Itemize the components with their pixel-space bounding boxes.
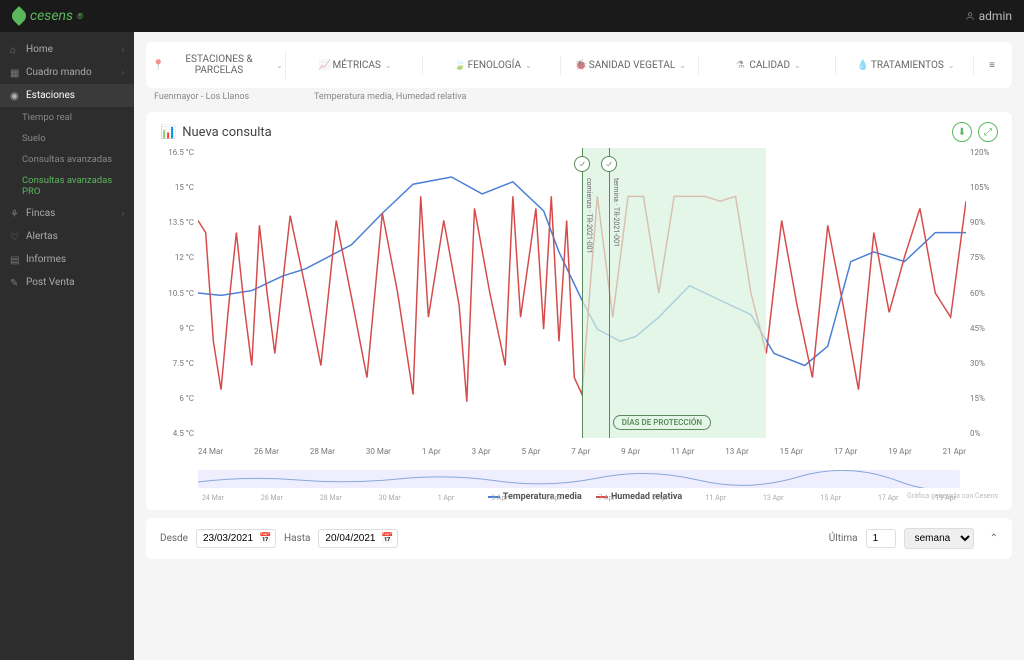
sidebar-item-estaciones[interactable]: ◉ Estaciones <box>0 84 134 107</box>
x-axis: 24 Mar26 Mar28 Mar30 Mar1 Apr3 Apr5 Apr7… <box>198 447 966 456</box>
alert-icon: ♡ <box>10 232 20 242</box>
sidebar: ⌂ Home › ▦ Cuadro mando › ◉ Estaciones Tiempo… <box>0 32 134 660</box>
tab-label: ESTACIONES & PARCELAS <box>166 54 272 76</box>
sidebar-sub-tiempo-real[interactable]: Tiempo real <box>0 107 134 128</box>
y-axis-left: 16.5 °C15 °C13.5 °C12 °C10.5 °C9 °C7.5 °… <box>160 148 194 438</box>
sidebar-item-home[interactable]: ⌂ Home › <box>0 38 134 61</box>
pin-icon: 📍 <box>152 60 162 70</box>
sidebar-item-fincas[interactable]: ⚘ Fincas › <box>0 202 134 225</box>
user-icon <box>965 11 975 21</box>
calendar-icon: 📅 <box>259 533 271 544</box>
sidebar-item-informes[interactable]: ▤ Informes <box>0 248 134 271</box>
date-from-input[interactable]: 📅 <box>196 529 276 548</box>
leaf-icon <box>9 6 29 26</box>
card-title: 📊 Nueva consulta <box>160 125 272 140</box>
dashboard-icon: ▦ <box>10 68 20 78</box>
chevron-down-icon: ⌄ <box>794 61 801 70</box>
tab-sanidad[interactable]: 🐞 SANIDAD VEGETAL ⌄ <box>563 56 699 75</box>
chevron-down-icon: ⌄ <box>679 61 686 70</box>
chevron-down-icon: ⌄ <box>385 61 392 70</box>
tab-label: CALIDAD <box>749 60 790 71</box>
expand-icon: ⤢ <box>984 127 992 138</box>
farm-icon: ⚘ <box>10 209 20 219</box>
mini-svg <box>198 470 960 488</box>
sidebar-item-label: Post Venta <box>26 277 75 288</box>
chevron-down-icon: ⌄ <box>276 61 283 70</box>
download-icon: ⬇ <box>958 127 966 138</box>
tab-label: MÉTRICAS <box>332 60 380 71</box>
chart-icon: 📈 <box>318 60 328 70</box>
collapse-button[interactable]: ⌃ <box>990 533 998 544</box>
tab-menu[interactable]: ≡ <box>976 56 1008 75</box>
tab-estaciones-parcelas[interactable]: 📍 ESTACIONES & PARCELAS ⌄ <box>150 50 286 80</box>
report-icon: ▤ <box>10 255 20 265</box>
chart-bars-icon: 📊 <box>160 125 176 140</box>
tabs-bar: 📍 ESTACIONES & PARCELAS ⌄ 📈 MÉTRICAS ⌄ 🍃 FENO… <box>146 42 1012 88</box>
tab-label: TRATAMIENTOS <box>871 60 944 71</box>
station-name: Fuenmayor - Los Llanos <box>154 92 314 102</box>
home-icon: ⌂ <box>10 45 20 55</box>
brand-text: cesens <box>30 8 73 24</box>
sidebar-item-label: Home <box>26 44 53 55</box>
sidebar-item-postventa[interactable]: ✎ Post Venta <box>0 271 134 294</box>
flask-icon: ⚗ <box>735 60 745 70</box>
marker-label: comienzo · TR-2021-001 <box>585 178 593 254</box>
chevron-right-icon: › <box>122 45 124 54</box>
treatment-marker[interactable] <box>574 156 590 172</box>
treatment-marker[interactable] <box>601 156 617 172</box>
mini-timeline[interactable]: 24 Mar26 Mar28 Mar30 Mar1 Apr3 Apr5 Apr7… <box>198 470 960 488</box>
tab-fenologia[interactable]: 🍃 FENOLOGÍA ⌄ <box>425 56 561 75</box>
y-axis-right: 120%105%90%75%60%45%30%15%0% <box>970 148 998 438</box>
plot-area[interactable]: comienzo · TR-2021-001 termina · TR-2021-… <box>198 148 966 438</box>
chart-card: 📊 Nueva consulta ⬇ ⤢ 16.5 °C15 °C13.5 °C… <box>146 112 1012 510</box>
date-footer: Desde 📅 Hasta 📅 Última semana ⌃ <box>146 518 1012 559</box>
tab-metricas[interactable]: 📈 MÉTRICAS ⌄ <box>288 56 424 75</box>
chevron-right-icon: › <box>122 68 124 77</box>
date-to-field[interactable] <box>325 533 377 544</box>
chevron-down-icon: ⌄ <box>948 61 955 70</box>
support-icon: ✎ <box>10 278 20 288</box>
user-name: admin <box>979 9 1012 23</box>
sidebar-item-label: Alertas <box>26 231 58 242</box>
sidebar-item-cuadro[interactable]: ▦ Cuadro mando › <box>0 61 134 84</box>
sidebar-item-label: Fincas <box>26 208 55 219</box>
user-menu[interactable]: admin <box>965 9 1012 23</box>
leaf-icon: 🍃 <box>454 60 464 70</box>
hasta-label: Hasta <box>284 533 310 544</box>
expand-button[interactable]: ⤢ <box>978 122 998 142</box>
stations-icon: ◉ <box>10 91 20 101</box>
tab-label: FENOLOGÍA <box>468 60 521 71</box>
chevron-down-icon: ⌄ <box>525 61 532 70</box>
last-n-input[interactable] <box>866 529 896 548</box>
protection-badge: DÍAS DE PROTECCIÓN <box>613 415 711 430</box>
card-title-text: Nueva consulta <box>182 125 272 140</box>
tab-label: SANIDAD VEGETAL <box>589 60 675 71</box>
tab-calidad[interactable]: ⚗ CALIDAD ⌄ <box>701 56 837 75</box>
ultima-label: Última <box>829 533 858 544</box>
bug-icon: 🐞 <box>575 60 585 70</box>
chart-area: 16.5 °C15 °C13.5 °C12 °C10.5 °C9 °C7.5 °… <box>160 148 998 468</box>
marker-label: termina · TR-2021-001 <box>612 178 620 247</box>
download-button[interactable]: ⬇ <box>952 122 972 142</box>
menu-icon: ≡ <box>989 60 995 71</box>
sidebar-item-label: Informes <box>26 254 66 265</box>
sidebar-item-alertas[interactable]: ♡ Alertas <box>0 225 134 248</box>
date-to-input[interactable]: 📅 <box>318 529 398 548</box>
sidebar-sub-suelo[interactable]: Suelo <box>0 128 134 149</box>
mini-x-labels: 24 Mar26 Mar28 Mar30 Mar1 Apr3 Apr5 Apr7… <box>198 492 960 504</box>
sidebar-item-label: Cuadro mando <box>26 67 92 78</box>
tab-tratamientos[interactable]: 💧 TRATAMIENTOS ⌄ <box>838 56 974 75</box>
desde-label: Desde <box>160 533 188 544</box>
sidebar-sub-consultas[interactable]: Consultas avanzadas <box>0 149 134 170</box>
chevron-right-icon: › <box>122 209 124 218</box>
spray-icon: 💧 <box>857 60 867 70</box>
metrics-summary: Temperatura media, Humedad relativa <box>314 92 466 102</box>
unit-select[interactable]: semana <box>904 528 974 549</box>
sidebar-sub-consultas-pro[interactable]: Consultas avanzadas PRO <box>0 170 134 202</box>
logo: cesens® <box>12 8 83 24</box>
date-from-field[interactable] <box>203 533 255 544</box>
calendar-icon: 📅 <box>381 533 393 544</box>
sidebar-item-label: Estaciones <box>26 90 75 101</box>
